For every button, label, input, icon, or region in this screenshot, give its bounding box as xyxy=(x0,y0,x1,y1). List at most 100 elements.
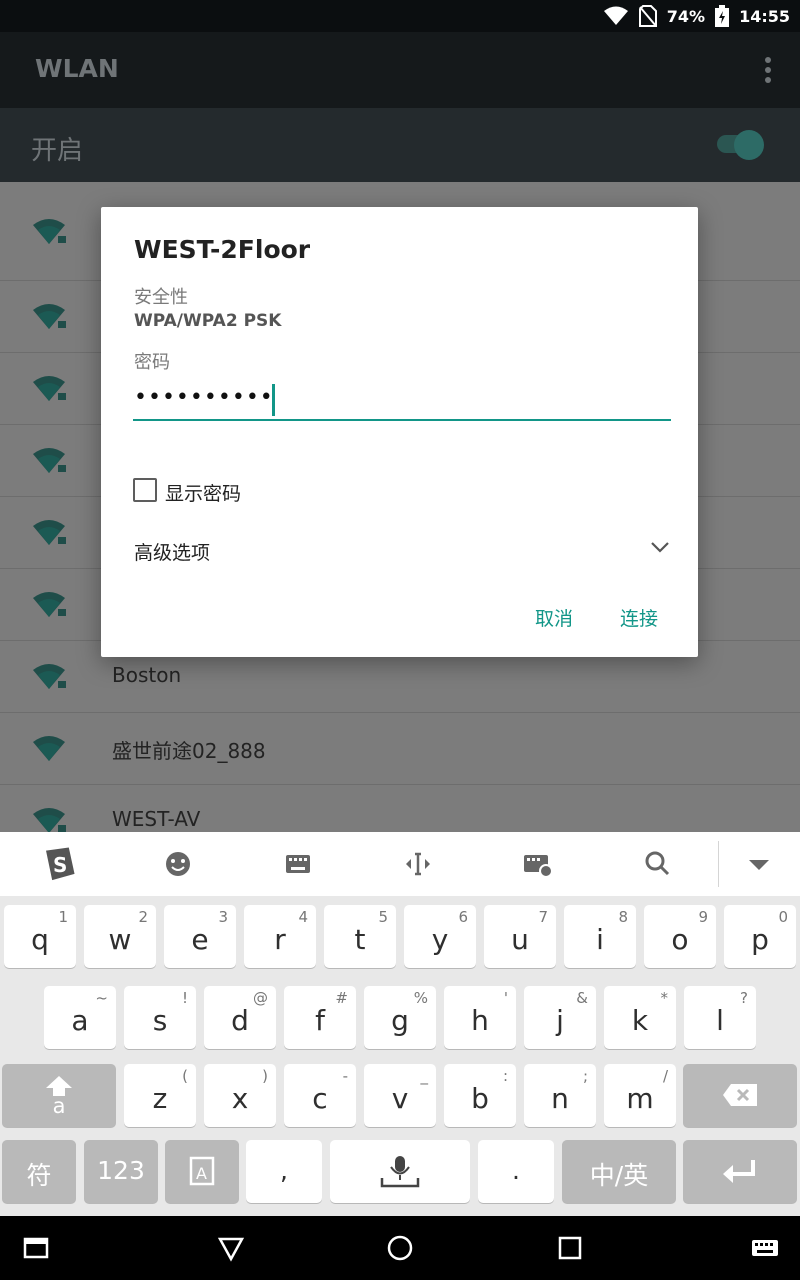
key-z[interactable]: (z xyxy=(124,1064,196,1127)
chevron-down-icon[interactable] xyxy=(650,540,670,554)
show-password-checkbox[interactable] xyxy=(133,478,157,502)
ime-switch-key[interactable]: A xyxy=(165,1140,239,1203)
sogou-logo-icon[interactable]: S xyxy=(41,846,77,882)
key-j[interactable]: & j xyxy=(524,986,596,1049)
wifi-signal-icon xyxy=(33,736,65,761)
key-label: s xyxy=(152,1004,168,1037)
password-input[interactable]: •••••••••• xyxy=(134,385,274,410)
key-label: t xyxy=(354,923,366,956)
key-label: e xyxy=(191,923,209,956)
key-n[interactable]: ; n xyxy=(524,1064,596,1127)
symbols-key[interactable]: 符 xyxy=(2,1140,76,1203)
key-label: i xyxy=(596,923,604,956)
key-label: j xyxy=(556,1004,564,1037)
key-label: c xyxy=(312,1082,328,1115)
password-underline xyxy=(133,419,671,421)
key-label: y xyxy=(431,923,449,956)
search-icon[interactable] xyxy=(640,846,676,882)
key-label: z xyxy=(152,1082,168,1115)
key-b[interactable]: :b xyxy=(444,1064,516,1127)
recent-window-icon[interactable] xyxy=(18,1230,54,1266)
key-h[interactable]: ' h xyxy=(444,986,516,1049)
overview-icon[interactable] xyxy=(552,1230,588,1266)
advanced-options-label[interactable]: 高级选项 xyxy=(134,538,210,565)
key-e[interactable]: 3e xyxy=(164,905,236,968)
key-y[interactable]: 6y xyxy=(404,905,476,968)
enter-key[interactable] xyxy=(683,1140,797,1203)
key-label: w xyxy=(108,923,132,956)
key-label: g xyxy=(391,1004,409,1037)
status-bar: 74% 14:55 xyxy=(0,0,800,32)
key-label: d xyxy=(231,1004,249,1037)
svg-text:A: A xyxy=(196,1164,207,1183)
keyboard-settings-icon[interactable] xyxy=(520,846,556,882)
space-key[interactable] xyxy=(330,1140,470,1203)
keyboard-switch-icon[interactable] xyxy=(747,1230,783,1266)
numbers-key[interactable]: 123 xyxy=(84,1140,158,1203)
key-r[interactable]: 4r xyxy=(244,905,316,968)
back-icon[interactable] xyxy=(213,1230,249,1266)
navigation-bar xyxy=(0,1216,800,1280)
key-label: f xyxy=(315,1004,325,1037)
key-label: n xyxy=(551,1082,569,1115)
key-label: o xyxy=(671,923,689,956)
keyboard-toolbar: S xyxy=(0,832,800,896)
key-q[interactable]: 1q xyxy=(4,905,76,968)
cancel-button[interactable]: 取消 xyxy=(535,604,573,631)
wlan-switch-bar[interactable]: 开启 xyxy=(0,108,800,182)
key-o[interactable]: 9o xyxy=(644,905,716,968)
shift-key[interactable]: a xyxy=(2,1064,116,1127)
key-c[interactable]: -c xyxy=(284,1064,356,1127)
network-name: Boston xyxy=(112,663,182,687)
hide-keyboard-icon[interactable] xyxy=(741,846,777,882)
security-value: WPA/WPA2 PSK xyxy=(134,311,282,331)
battery-charging-icon xyxy=(715,5,730,27)
key-i[interactable]: 8i xyxy=(564,905,636,968)
key-k[interactable]: * k xyxy=(604,986,676,1049)
key-p[interactable]: 0p xyxy=(724,905,796,968)
connect-button[interactable]: 连接 xyxy=(620,604,658,631)
language-switch-key[interactable]: 中/英 xyxy=(562,1140,676,1203)
no-sim-icon xyxy=(638,5,657,27)
dialog-title: WEST-2Floor xyxy=(134,235,311,264)
key-s[interactable]: ! s xyxy=(124,986,196,1049)
numbers-key-label: 123 xyxy=(97,1156,145,1185)
key-label: p xyxy=(751,923,769,956)
keyboard-layout-icon[interactable] xyxy=(280,846,316,882)
backspace-key[interactable] xyxy=(683,1064,797,1127)
key-v[interactable]: _ v xyxy=(364,1064,436,1127)
key-m[interactable]: / m xyxy=(604,1064,676,1127)
key-label: k xyxy=(631,1004,649,1037)
key-a[interactable]: ~ a xyxy=(44,986,116,1049)
key-g[interactable]: % g xyxy=(364,986,436,1049)
key-label: r xyxy=(274,923,286,956)
more-options-icon[interactable] xyxy=(764,56,772,84)
key-label: x xyxy=(231,1082,249,1115)
app-bar: WLAN xyxy=(0,32,800,108)
key-l[interactable]: ? l xyxy=(684,986,756,1049)
key-label: u xyxy=(511,923,529,956)
key-t[interactable]: 5t xyxy=(324,905,396,968)
key-u[interactable]: 7u xyxy=(484,905,556,968)
network-row[interactable]: 盛世前途02_888 xyxy=(0,713,800,785)
comma-key[interactable]: , xyxy=(246,1140,322,1203)
toolbar-divider xyxy=(718,841,719,887)
home-icon[interactable] xyxy=(382,1230,418,1266)
wifi-signal-locked-icon xyxy=(33,808,66,833)
key-w[interactable]: 2w xyxy=(84,905,156,968)
cursor-move-icon[interactable] xyxy=(400,846,436,882)
key-d[interactable]: @ d xyxy=(204,986,276,1049)
wifi-signal-locked-icon xyxy=(33,592,66,617)
shift-key-label: a xyxy=(52,1094,66,1118)
key-x[interactable]: ) x xyxy=(204,1064,276,1127)
emoji-icon[interactable] xyxy=(160,846,196,882)
show-password-label[interactable]: 显示密码 xyxy=(165,479,241,506)
wifi-signal-locked-icon xyxy=(33,376,66,401)
wlan-toggle-thumb[interactable] xyxy=(734,130,764,160)
key-label: h xyxy=(471,1004,489,1037)
key-f[interactable]: # f xyxy=(284,986,356,1049)
period-key[interactable]: . xyxy=(478,1140,554,1203)
clock: 14:55 xyxy=(739,6,790,26)
security-label: 安全性 xyxy=(134,287,188,308)
key-label: v xyxy=(391,1082,409,1115)
